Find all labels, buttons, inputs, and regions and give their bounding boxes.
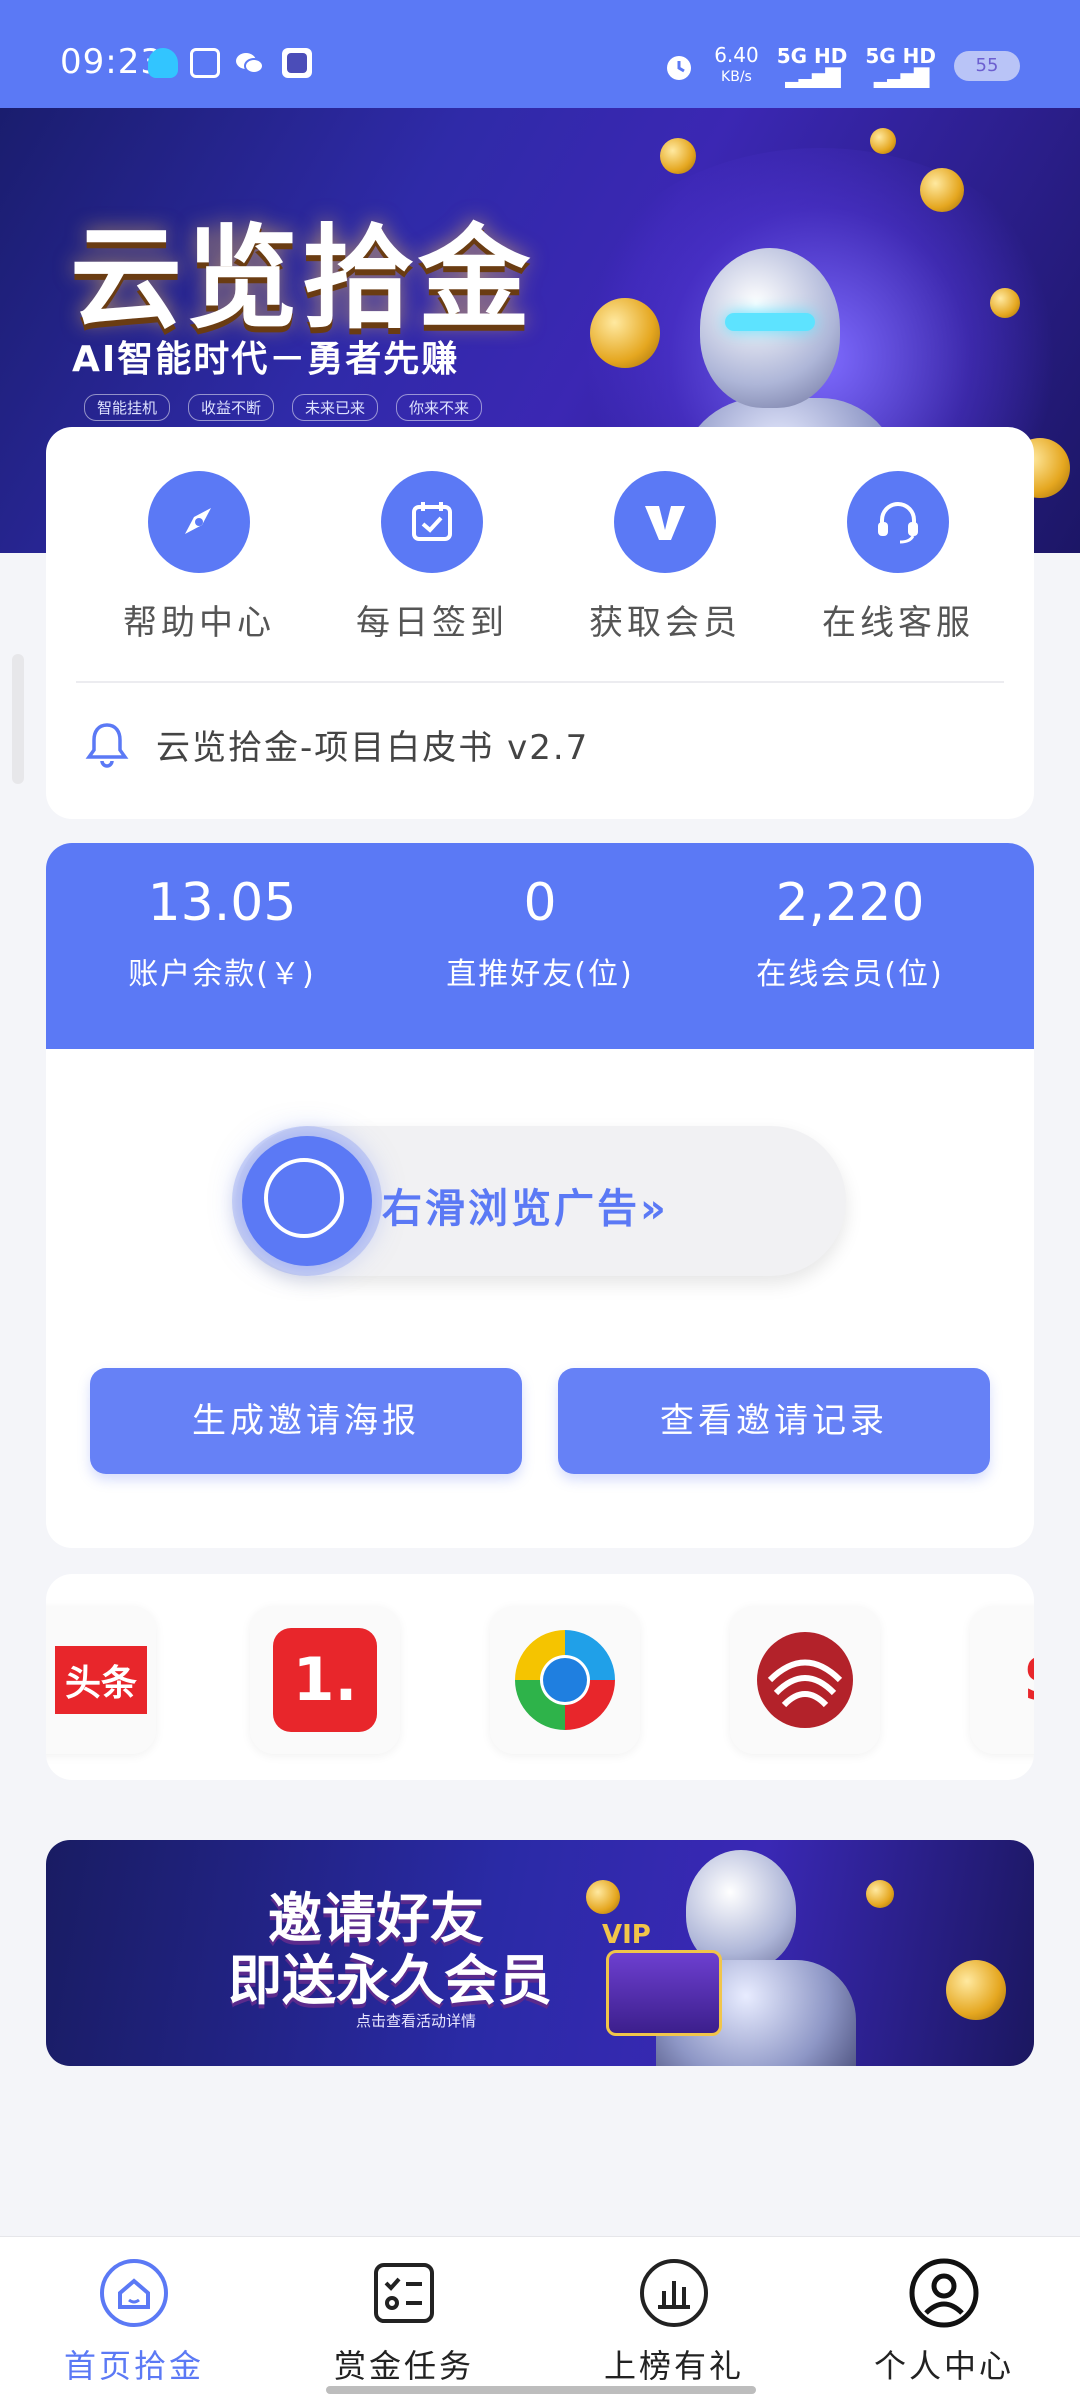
menu-daily-checkin[interactable]: 每日签到 — [352, 471, 512, 644]
battery-indicator: 55 — [954, 51, 1020, 81]
menu-get-vip[interactable]: 获取会员 — [585, 471, 745, 644]
stat-direct-friends[interactable]: 0 直推好友(位) — [390, 873, 690, 993]
menu-help-center[interactable]: 帮助中心 — [119, 471, 279, 644]
banner-tag: 你来不来 — [396, 394, 483, 421]
stat-value: 2,220 — [775, 873, 925, 933]
toutiao-logo[interactable]: 头条 — [46, 1606, 156, 1754]
coin-decoration — [920, 168, 964, 212]
user-icon — [908, 2257, 980, 2329]
home-indicator[interactable] — [326, 2386, 756, 2394]
stat-label: 在线会员(位) — [756, 957, 944, 992]
sina-logo[interactable]: S — [970, 1606, 1034, 1754]
banner-tag: 智能挂机 — [84, 394, 171, 421]
alarm-icon — [667, 56, 692, 80]
vip-badge: VIP — [602, 1920, 651, 1950]
bottom-nav: 首页拾金 赏金任务 上榜有礼 个人中心 — [0, 2236, 1080, 2401]
menu-label: 每日签到 — [356, 603, 508, 643]
calendar-check-icon — [381, 471, 483, 573]
banner-tag: 收益不断 — [188, 394, 275, 421]
home-icon — [98, 2257, 170, 2329]
coin-decoration — [946, 1960, 1006, 2020]
headset-icon — [847, 471, 949, 573]
stat-online-members[interactable]: 2,220 在线会员(位) — [700, 873, 1000, 993]
tencent-news-logo[interactable] — [490, 1606, 640, 1754]
slider-knob[interactable] — [242, 1136, 372, 1266]
invite-records-button[interactable]: 查看邀请记录 — [558, 1368, 990, 1474]
ifeng-logo[interactable] — [730, 1606, 880, 1754]
swipe-ad-slider[interactable]: 右滑浏览广告» — [236, 1126, 846, 1276]
menu-online-support[interactable]: 在线客服 — [818, 471, 978, 644]
divider — [76, 681, 1004, 683]
bell-icon — [85, 723, 129, 768]
bar-chart-icon — [638, 2257, 710, 2329]
signal-2: 5G HD ▂▃▅▇ — [865, 44, 936, 88]
invite-title: 邀请好友 即送永久会员 — [228, 1887, 552, 2012]
compass-icon — [148, 471, 250, 573]
coin-decoration — [586, 1880, 620, 1914]
qq-icon — [148, 48, 178, 78]
stats-header: 13.05 账户余款(￥) 0 直推好友(位) 2,220 在线会员(位) — [46, 843, 1034, 1049]
nav-profile[interactable]: 个人中心 — [844, 2257, 1044, 2387]
banner-tags: 智能挂机 收益不断 未来已来 你来不来 — [84, 394, 483, 421]
stat-balance[interactable]: 13.05 账户余款(￥) — [72, 873, 372, 993]
net-speed: 6.40 KB/s — [714, 43, 759, 85]
notice-bar[interactable]: 云览拾金-项目白皮书 v2.7 — [80, 717, 589, 771]
menu-label: 在线客服 — [822, 603, 974, 643]
vip-v-icon — [614, 471, 716, 573]
invite-subtitle: 点击查看活动详情 — [356, 2012, 477, 2030]
menu-label: 获取会员 — [589, 603, 741, 643]
banner-tag: 未来已来 — [292, 394, 379, 421]
stat-value: 13.05 — [147, 873, 297, 933]
slider-label: 右滑浏览广告» — [382, 1186, 669, 1232]
wallet-icon — [190, 48, 220, 78]
invite-friends-banner[interactable]: VIP 邀请好友 即送永久会员 点击查看活动详情 — [46, 1840, 1034, 2066]
gift-box-icon — [606, 1950, 722, 2036]
quick-menu-card: 帮助中心 每日签到 获取会员 在线客服 云览拾金-项目白皮书 v2.7 — [46, 427, 1034, 819]
nav-label: 首页拾金 — [63, 2347, 204, 2385]
double-chevron-icon: » — [640, 1186, 669, 1232]
coin-decoration — [660, 138, 696, 174]
wechat-icon — [234, 48, 264, 78]
status-bar: 09:23 6.40 KB/s 5G HD ▂▃▅▇ 5G HD ▂▃▅▇ 55 — [0, 0, 1080, 108]
coin-decoration — [590, 298, 660, 368]
stat-value: 0 — [523, 873, 557, 933]
nav-label: 个人中心 — [873, 2347, 1014, 2385]
status-right: 6.40 KB/s 5G HD ▂▃▅▇ 5G HD ▂▃▅▇ 55 — [662, 44, 1020, 88]
banner-subtitle: AI智能时代－勇者先赚 — [72, 339, 460, 380]
task-list-icon — [368, 2257, 440, 2329]
yidian-logo[interactable]: 1. — [250, 1606, 400, 1754]
tieba-icon — [282, 48, 312, 78]
notice-text: 云览拾金-项目白皮书 v2.7 — [156, 727, 590, 768]
stat-label: 直推好友(位) — [446, 957, 634, 992]
nav-label: 赏金任务 — [333, 2347, 474, 2385]
nav-home[interactable]: 首页拾金 — [34, 2257, 234, 2387]
nav-label: 上榜有礼 — [603, 2347, 744, 2385]
nav-leaderboard[interactable]: 上榜有礼 — [574, 2257, 774, 2387]
nav-bounty-tasks[interactable]: 赏金任务 — [304, 2257, 504, 2387]
coin-decoration — [866, 1880, 894, 1908]
stat-label: 账户余款(￥) — [128, 957, 316, 992]
account-stats-card: 13.05 账户余款(￥) 0 直推好友(位) 2,220 在线会员(位) 右滑… — [46, 843, 1034, 1548]
coin-decoration — [870, 128, 896, 154]
banner-title: 云览拾金 — [70, 214, 534, 344]
signal-1: 5G HD ▂▃▅▇ — [776, 44, 848, 88]
generate-poster-button[interactable]: 生成邀请海报 — [90, 1368, 522, 1474]
coin-decoration — [990, 288, 1020, 318]
edge-handle[interactable] — [12, 654, 24, 784]
partner-apps-carousel: 头条 1. S — [46, 1574, 1034, 1780]
menu-label: 帮助中心 — [123, 603, 275, 643]
